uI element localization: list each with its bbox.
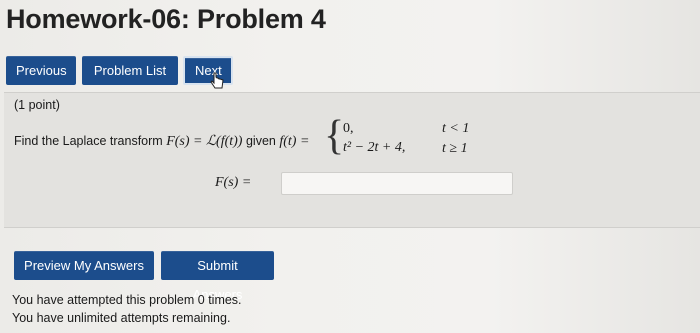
function-definition-label: f(t) = <box>279 134 310 149</box>
prompt-given: given <box>245 134 276 148</box>
problem-panel <box>4 92 700 228</box>
answer-label: F(s) = <box>215 175 252 190</box>
problem-statement: Find the Laplace transform F(s) = ℒ(f(t)… <box>14 133 309 150</box>
previous-button[interactable]: Previous <box>6 56 76 85</box>
points-label: (1 point) <box>14 98 60 112</box>
case-1-condition: t < 1 <box>442 121 470 136</box>
problem-list-button[interactable]: Problem List <box>82 56 178 85</box>
submit-answers-button[interactable]: Submit Answers <box>161 251 274 302</box>
preview-answers-button[interactable]: Preview My Answers <box>14 251 154 280</box>
prompt-prefix: Find the Laplace transform <box>14 134 163 148</box>
attempts-status: You have attempted this problem 0 times. <box>12 293 242 307</box>
answer-input[interactable] <box>281 172 513 195</box>
case-2-value: t² − 2t + 4, <box>343 140 406 155</box>
piecewise-brace: { <box>324 113 345 159</box>
next-button[interactable]: Next <box>183 56 233 85</box>
laplace-expression: F(s) = ℒ(f(t)) <box>166 134 243 149</box>
case-1-value: 0, <box>343 121 354 136</box>
case-2-condition: t ≥ 1 <box>442 141 468 156</box>
remaining-attempts-status: You have unlimited attempts remaining. <box>12 311 231 325</box>
hand-pointer-cursor-icon <box>210 72 224 89</box>
page-title: Homework-06: Problem 4 <box>6 4 326 34</box>
